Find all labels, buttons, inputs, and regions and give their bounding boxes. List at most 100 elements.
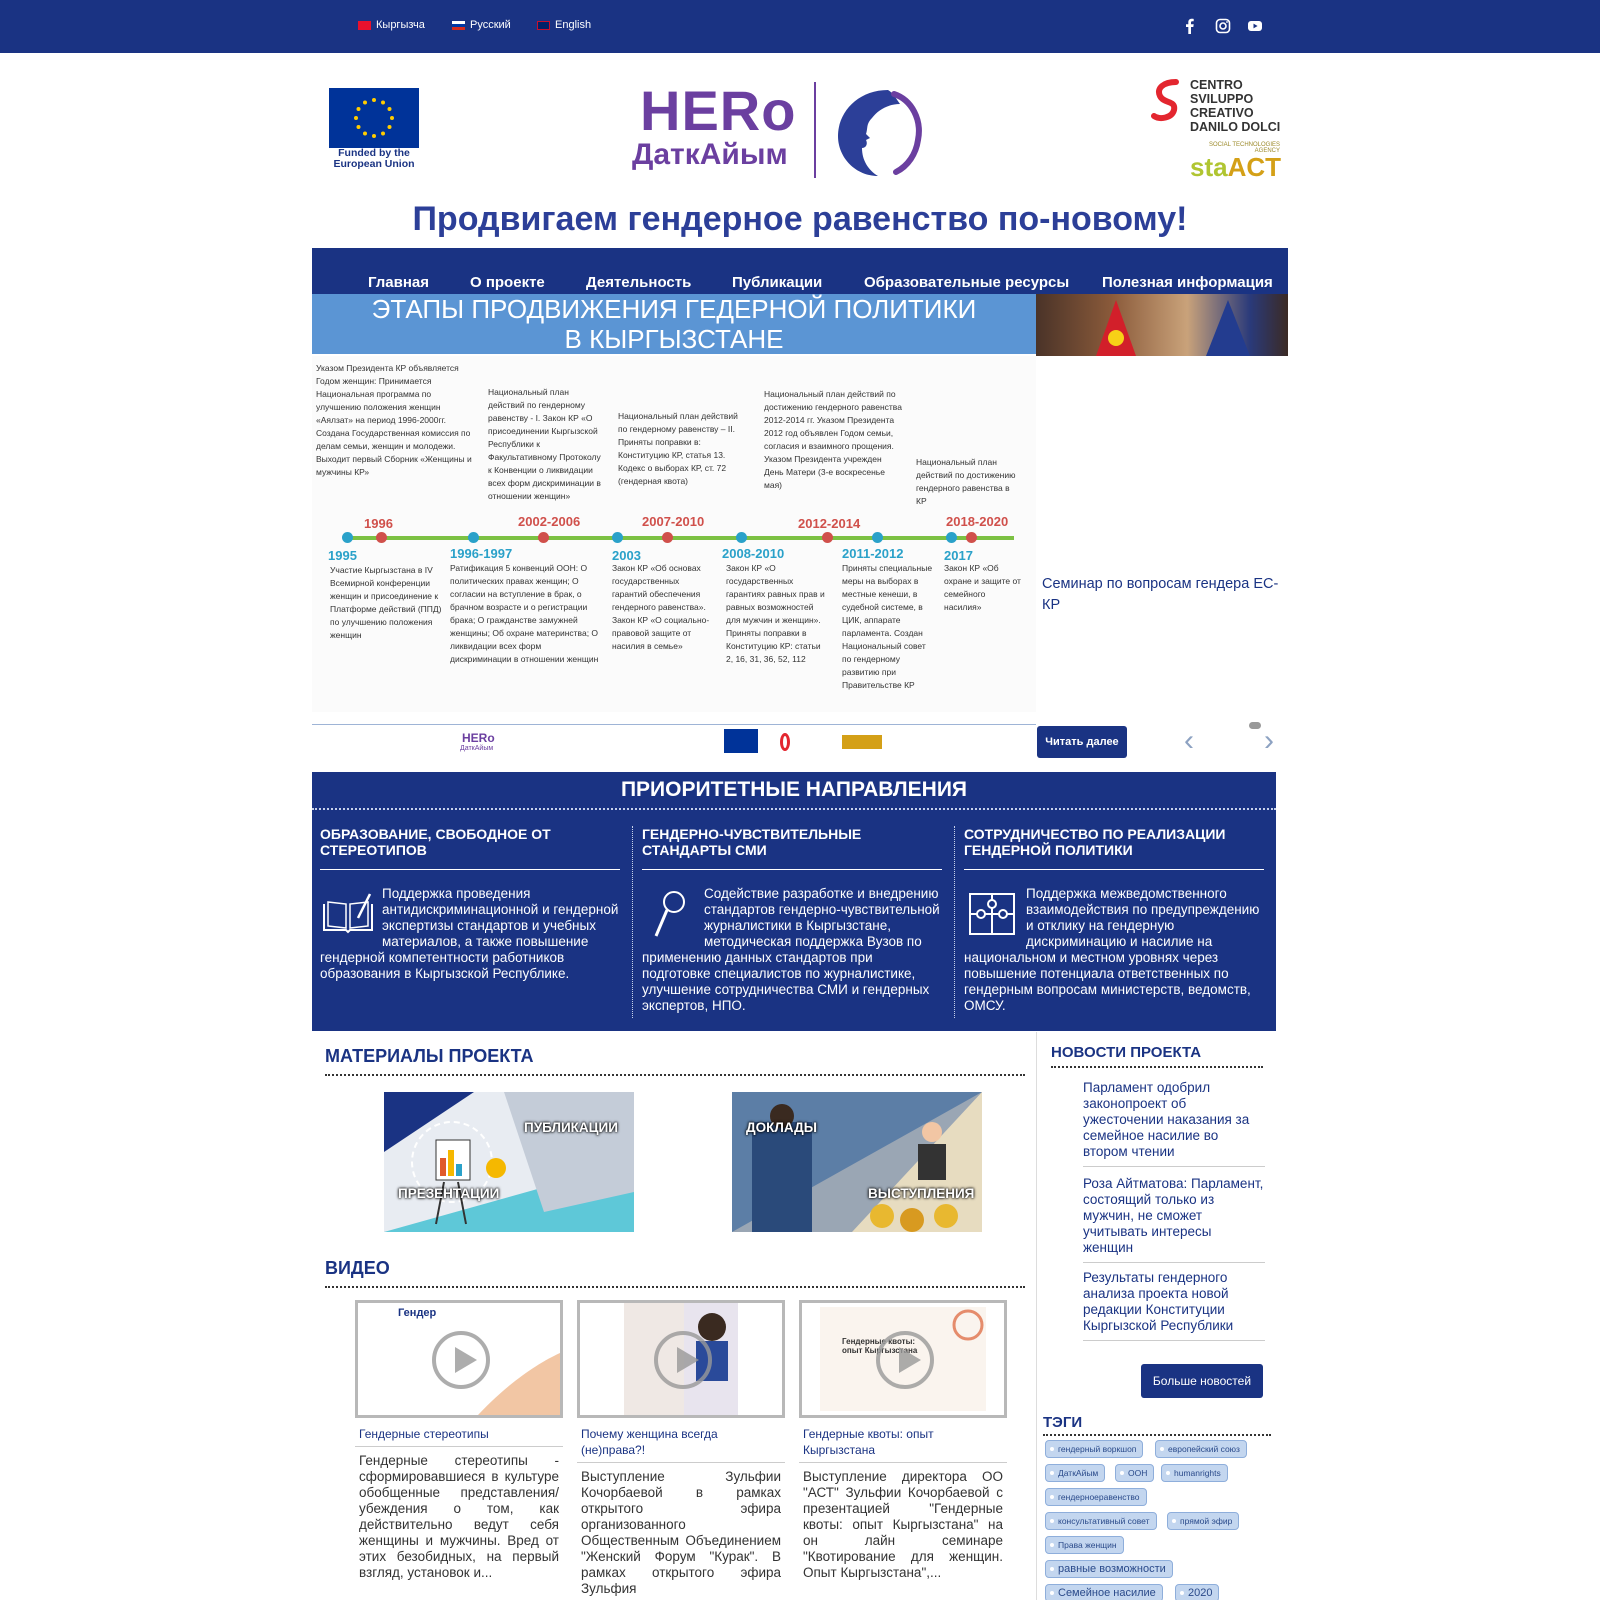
news-title: НОВОСТИ ПРОЕКТА [1051, 1044, 1202, 1061]
slide-caption[interactable]: Семинар по вопросам гендера ЕС-КР [1042, 574, 1282, 616]
priority-directions: ПРИОРИТЕТНЫЕ НАПРАВЛЕНИЯ ОБРАЗОВАНИЕ, СВ… [312, 772, 1276, 1031]
timeline-note: Национальный план действий по достижению… [916, 457, 1016, 506]
staact-logo: SOCIAL TECHNOLOGIES AGENCY staACT [1190, 142, 1281, 182]
news-item[interactable]: Парламент одобрил законопроект об ужесто… [1083, 1080, 1265, 1167]
lang-russian-link[interactable]: Русский [452, 19, 511, 31]
priority-column-media: ГЕНДЕРНО-ЧУВСТВИТЕЛЬНЫЕ СТАНДАРТЫ СМИ Со… [642, 826, 942, 1014]
publications-label: ПУБЛИКАЦИИ [524, 1120, 618, 1135]
hero-slider: ЭТАПЫ ПРОДВИЖЕНИЯ ГЕДЕРНОЙ ПОЛИТИКИ В КЫ… [312, 294, 1288, 762]
slide-footer-logos: HERo ДаткАйым [312, 724, 1036, 760]
footer-hero-sub: ДаткАйым [460, 745, 494, 752]
timeline-dot [342, 532, 353, 543]
timeline-dot [966, 532, 977, 543]
priority-text-wrap: Содействие разработке и внедрению станда… [642, 886, 942, 1014]
lang-label: English [555, 19, 592, 31]
slider-prev-arrow[interactable]: ‹ [1184, 726, 1194, 756]
main-nav: Главная О проекте Деятельность Публикаци… [312, 248, 1288, 294]
speeches-label: ВЫСТУПЛЕНИЯ [868, 1186, 975, 1201]
tag-link[interactable]: Семейное насилие [1045, 1584, 1163, 1600]
play-icon[interactable] [432, 1331, 490, 1389]
materials-title: МАТЕРИАЛЫ ПРОЕКТА [325, 1046, 534, 1066]
video-title-link[interactable]: Почему женщина всегда (не)права?! [577, 1426, 785, 1463]
timeline-dot [662, 532, 673, 543]
timeline-year: 2007-2010 [642, 514, 705, 529]
slide-heading: ЭТАПЫ ПРОДВИЖЕНИЯ ГЕДЕРНОЙ ПОЛИТИКИ В КЫ… [312, 294, 1036, 354]
lang-kyrgyz-link[interactable]: Кыргызча [358, 19, 425, 31]
nav-item-about[interactable]: О проекте [470, 274, 545, 291]
lang-english-link[interactable]: English [537, 19, 591, 31]
timeline-note: Закон КР «Об охране и защите от семейног… [944, 563, 1021, 612]
more-news-button[interactable]: Больше новостей [1141, 1364, 1263, 1398]
tag-link[interactable]: ДаткАйым [1045, 1464, 1106, 1482]
csd-swirl-icon [1151, 79, 1179, 121]
video-thumbnail[interactable]: Гендерные квоты: опыт Кыргызстана [799, 1300, 1007, 1418]
priority-divider [632, 826, 633, 1018]
hero-datkayim-logo[interactable]: HERo ДаткАйым [632, 78, 922, 182]
eu-flag-logo [329, 88, 419, 148]
publications-card[interactable]: ПУБЛИКАЦИИ ПРЕЗЕНТАЦИИ [384, 1092, 634, 1232]
read-more-button[interactable]: Читать далее [1037, 726, 1127, 758]
play-icon[interactable] [876, 1331, 934, 1389]
timeline-year: 1996-1997 [450, 546, 513, 561]
tag-link[interactable]: 2020 [1175, 1584, 1220, 1600]
timeline-dot [736, 532, 747, 543]
video-thumb-text: Гендер [398, 1307, 437, 1319]
slider-indicator-dot[interactable] [1249, 722, 1261, 729]
video-thumbnail[interactable]: Гендер [355, 1300, 563, 1418]
timeline-year: 2012-2014 [798, 516, 861, 531]
play-icon[interactable] [654, 1331, 712, 1389]
priority-text-wrap: Поддержка межведомственного взаимодейств… [964, 886, 1264, 1014]
timeline-year: 1995 [328, 548, 357, 563]
materials-rule [325, 1074, 1025, 1076]
slide-heading-line2: В КЫРГЫЗСТАНЕ [564, 324, 784, 354]
footer-hero-logo: HERo [462, 731, 495, 745]
news-item[interactable]: Роза Айтматова: Парламент, состоящий тол… [1083, 1176, 1265, 1263]
tag-link[interactable]: равные возможности [1045, 1560, 1173, 1578]
timeline-year: 2003 [612, 548, 641, 563]
hero-logo-title: HERo [640, 79, 797, 142]
nav-item-useful-info[interactable]: Полезная информация [1102, 274, 1273, 291]
publications-illustration [384, 1092, 634, 1232]
tag-link[interactable]: Права женщин [1045, 1536, 1124, 1554]
priority-heading: ОБРАЗОВАНИЕ, СВОБОДНОЕ ОТ СТЕРЕОТИПОВ [320, 826, 620, 870]
seminar-photo [1036, 294, 1288, 356]
nav-item-publications[interactable]: Публикации [732, 274, 822, 291]
timeline-year: 2017 [944, 548, 973, 563]
youtube-icon[interactable] [1247, 18, 1263, 34]
sidebar: НОВОСТИ ПРОЕКТА Парламент одобрил законо… [1036, 1032, 1276, 1600]
video-thumbnail[interactable] [577, 1300, 785, 1418]
priority-column-cooperation: СОТРУДНИЧЕСТВО ПО РЕАЛИЗАЦИИ ГЕНДЕРНОЙ П… [964, 826, 1264, 1014]
tag-link[interactable]: ООН [1115, 1464, 1155, 1482]
lang-label: Русский [470, 19, 511, 31]
instagram-icon[interactable] [1215, 18, 1231, 34]
timeline-note: Национальный план действий по гендерному… [488, 387, 601, 501]
timeline-year: 1996 [364, 516, 393, 531]
video-title-link[interactable]: Гендерные стереотипы [355, 1426, 563, 1447]
timeline-note: Закон КР «О государственных гарантиях ра… [726, 563, 825, 664]
tag-link[interactable]: humanrights [1161, 1464, 1228, 1482]
flag-kyrgyzstan-icon [358, 20, 371, 30]
priority-title-rule [312, 808, 1276, 810]
timeline-note: Указом Президента КР объявляется Годом ж… [316, 363, 472, 477]
nav-item-home[interactable]: Главная [368, 274, 429, 291]
news-item[interactable]: Результаты гендерного анализа проекта но… [1083, 1270, 1265, 1341]
video-card[interactable]: Почему женщина всегда (не)права?! Выступ… [577, 1300, 785, 1597]
slider-next-arrow[interactable]: › [1264, 726, 1274, 756]
timeline-note: Приняты специальные меры на выборах в ме… [842, 563, 933, 690]
nav-item-activities[interactable]: Деятельность [586, 274, 691, 291]
facebook-icon[interactable] [1182, 18, 1198, 34]
priority-column-education: ОБРАЗОВАНИЕ, СВОБОДНОЕ ОТ СТЕРЕОТИПОВ По… [320, 826, 620, 982]
tag-link[interactable]: гендерный воркшоп [1045, 1440, 1144, 1458]
video-card[interactable]: Гендерные квоты: опыт Кыргызстана Гендер… [799, 1300, 1007, 1581]
tag-link[interactable]: гендерноеравенство [1045, 1488, 1147, 1506]
video-title-link[interactable]: Гендерные квоты: опыт Кыргызстана [799, 1426, 1007, 1463]
timeline-dot [872, 532, 883, 543]
timeline-infographic: 1996 Указом Президента КР объявляется Го… [312, 356, 1036, 712]
timeline-note: Национальный план действий по достижению… [764, 389, 902, 490]
video-card[interactable]: Гендер Гендерные стереотипы Гендерные ст… [355, 1300, 563, 1581]
reports-card[interactable]: ДОКЛАДЫ ВЫСТУПЛЕНИЯ [732, 1092, 982, 1232]
tag-link[interactable]: прямой эфир [1167, 1512, 1240, 1530]
tag-link[interactable]: европейский союз [1155, 1440, 1247, 1458]
nav-item-education[interactable]: Образовательные ресурсы [864, 274, 1069, 291]
tag-link[interactable]: консультативный совет [1045, 1512, 1157, 1530]
